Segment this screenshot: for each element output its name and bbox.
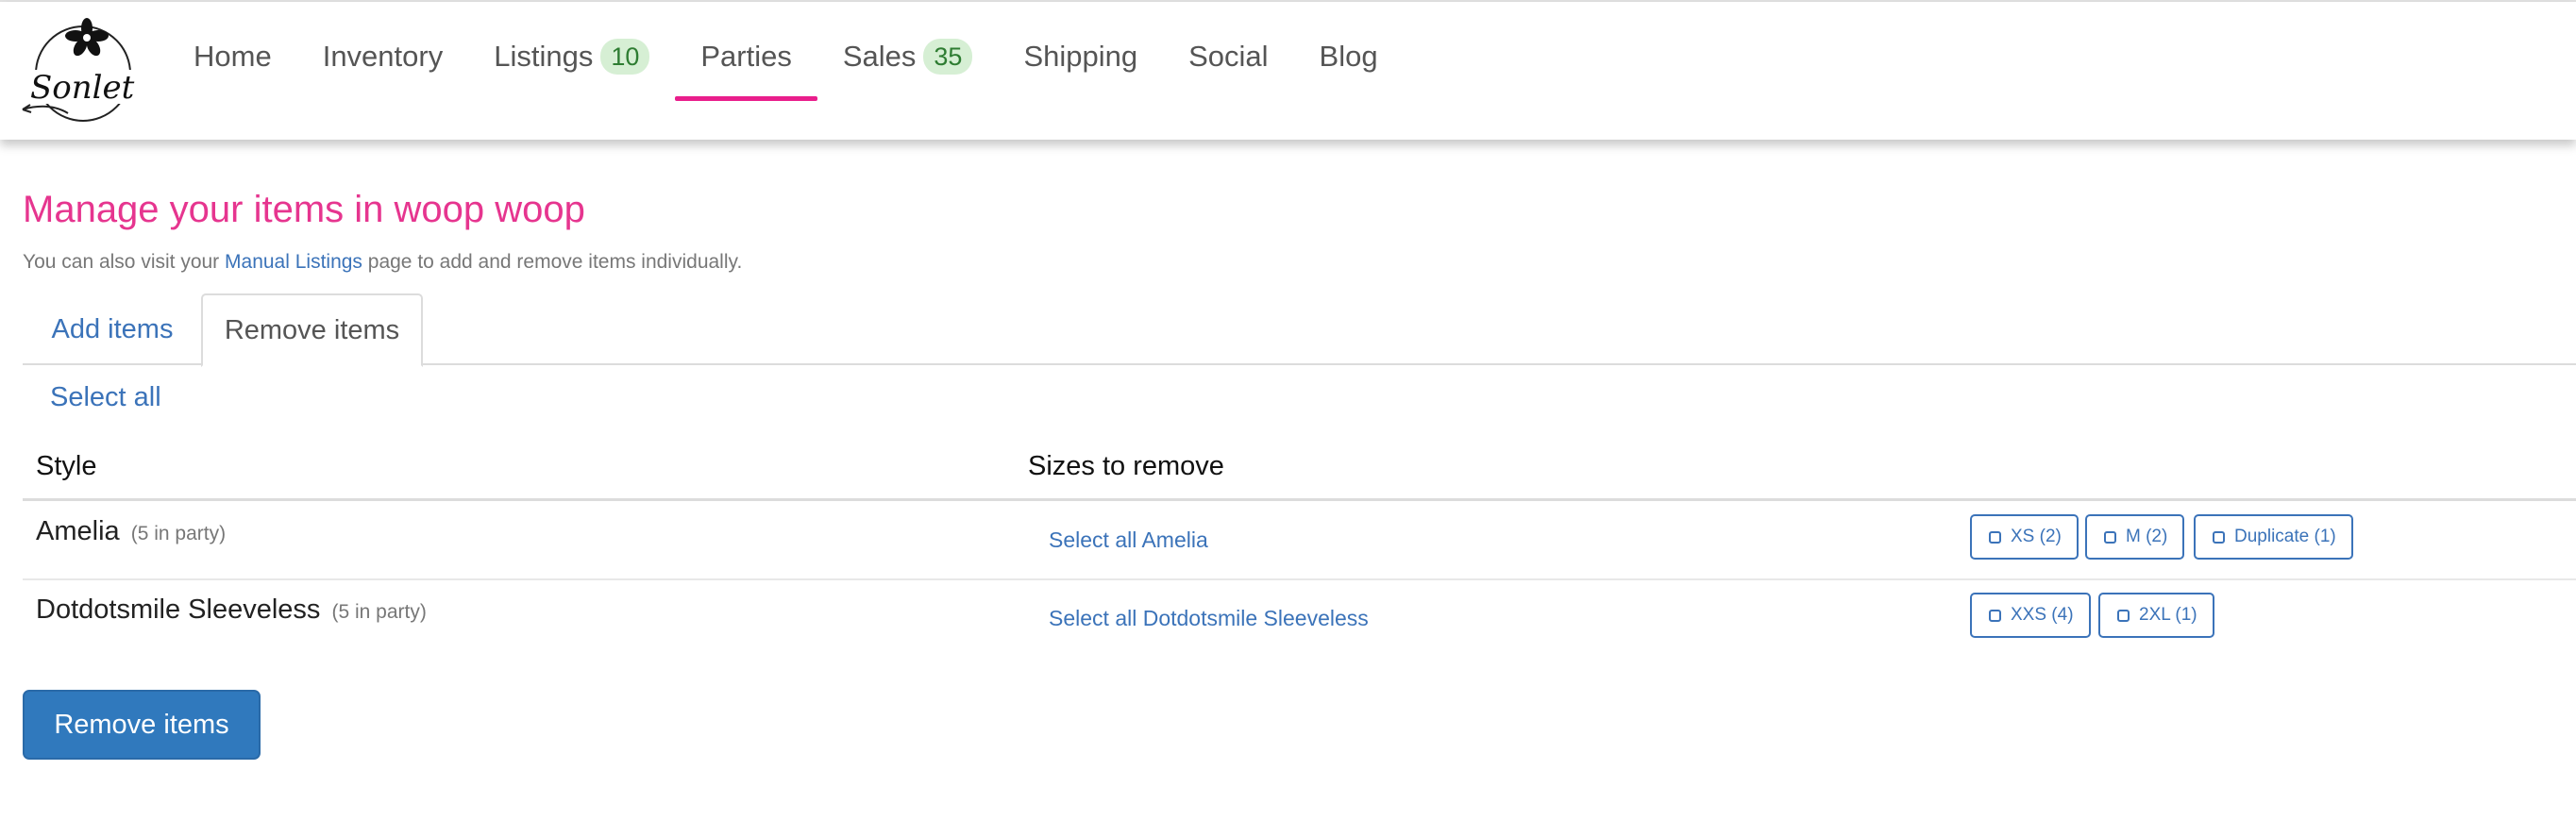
sonlet-logo[interactable]: Sonlet — [21, 11, 143, 126]
tab-remove-items[interactable]: Remove items — [201, 293, 423, 367]
remove-items-button[interactable]: Remove items — [23, 690, 261, 760]
checkbox-icon — [2213, 530, 2225, 544]
size-toggle-xxs[interactable]: XXS (4) — [1970, 593, 2091, 638]
checkbox-icon — [2104, 530, 2116, 544]
nav-item-inventory[interactable]: Inventory — [297, 2, 469, 140]
nav-item-label: Blog — [1319, 40, 1378, 73]
nav-item-label: Parties — [700, 40, 792, 73]
nav-item-label: Sales — [842, 40, 917, 73]
size-toggle-duplicate[interactable]: Duplicate (1) — [2194, 514, 2353, 560]
sales-count-badge: 35 — [923, 39, 973, 75]
flower-icon: Sonlet — [22, 18, 138, 122]
select-all-amelia-link[interactable]: Select all Amelia — [1049, 527, 1208, 553]
style-name: Dotdotsmile Sleeveless — [36, 594, 321, 625]
column-header-style: Style — [36, 451, 97, 481]
nav-item-parties[interactable]: Parties — [675, 2, 817, 140]
size-label: M (2) — [2126, 527, 2168, 546]
size-toggle-m[interactable]: M (2) — [2085, 514, 2185, 560]
size-label: XXS (4) — [2011, 605, 2074, 625]
nav-item-social[interactable]: Social — [1163, 2, 1293, 140]
column-header-sizes: Sizes to remove — [1028, 451, 1224, 481]
checkbox-icon — [2117, 609, 2130, 622]
nav-item-label: Inventory — [322, 40, 444, 73]
main-nav: Home Inventory Listings 10 Parties Sales… — [168, 2, 1404, 140]
size-label: Duplicate (1) — [2234, 527, 2336, 546]
nav-item-label: Listings — [494, 40, 594, 73]
listings-count-badge: 10 — [600, 39, 650, 75]
nav-item-home[interactable]: Home — [168, 2, 297, 140]
size-toggle-2xl[interactable]: 2XL (1) — [2098, 593, 2214, 638]
nav-item-label: Shipping — [1023, 40, 1138, 73]
checkbox-icon — [1989, 609, 2001, 622]
nav-item-listings[interactable]: Listings 10 — [468, 2, 675, 140]
page-title: Manage your items in woop woop — [23, 189, 585, 230]
size-toggle-xs[interactable]: XS (2) — [1970, 514, 2079, 560]
select-all-dotdotsmile-link[interactable]: Select all Dotdotsmile Sleeveless — [1049, 606, 1369, 631]
nav-item-shipping[interactable]: Shipping — [998, 2, 1163, 140]
size-label: 2XL (1) — [2139, 605, 2197, 625]
party-count: (5 in party) — [130, 523, 227, 544]
nav-item-label: Home — [194, 40, 272, 73]
nav-item-label: Social — [1188, 40, 1269, 73]
party-count: (5 in party) — [331, 601, 427, 623]
table-row-style: Amelia (5 in party) — [36, 516, 226, 547]
tab-add-items[interactable]: Add items — [23, 293, 202, 365]
subtitle-prefix: You can also visit your — [23, 251, 226, 273]
nav-item-blog[interactable]: Blog — [1294, 2, 1404, 140]
nav-item-sales[interactable]: Sales 35 — [817, 2, 999, 140]
manual-listings-link[interactable]: Manual Listings — [225, 251, 362, 273]
top-navbar: Sonlet Home Inventory Listings 10 Partie… — [0, 2, 2576, 140]
table-row-divider — [23, 578, 2576, 580]
svg-text:Sonlet: Sonlet — [30, 69, 135, 107]
page-subtitle: You can also visit your Manual Listings … — [23, 251, 742, 274]
style-name: Amelia — [36, 516, 120, 546]
select-all-link[interactable]: Select all — [50, 382, 161, 413]
table-header-divider — [23, 498, 2576, 501]
size-label: XS (2) — [2011, 527, 2062, 546]
subtitle-suffix: page to add and remove items individuall… — [362, 251, 743, 273]
checkbox-icon — [1989, 530, 2001, 544]
table-row-style: Dotdotsmile Sleeveless (5 in party) — [36, 594, 427, 626]
active-nav-indicator — [675, 96, 817, 101]
